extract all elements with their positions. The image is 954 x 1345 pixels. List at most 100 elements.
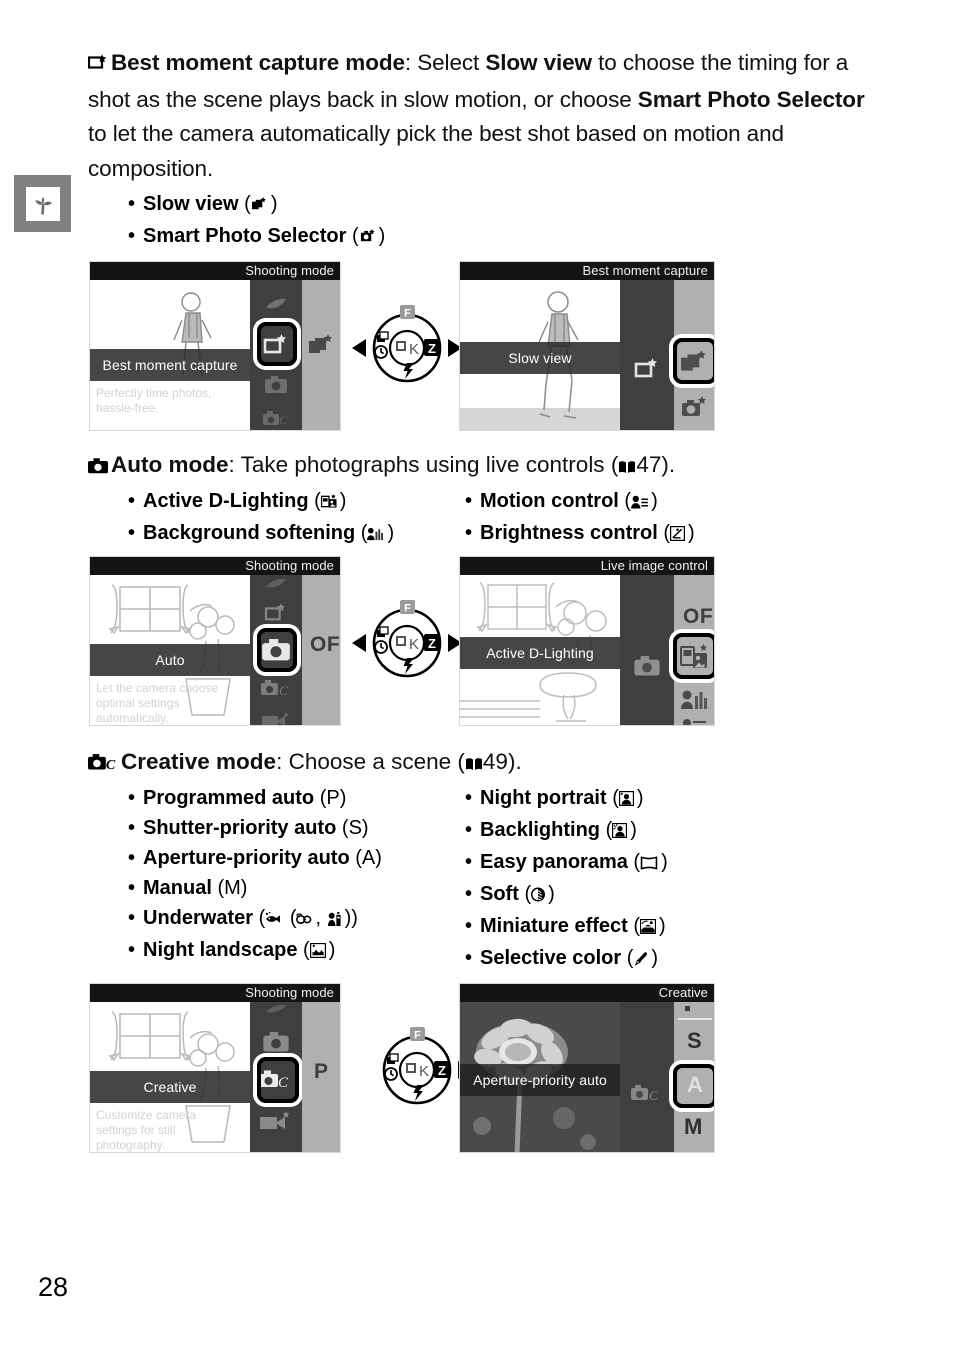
backlighting-icon [612, 817, 628, 847]
screen-title: Creative [460, 984, 714, 1002]
screenshot-creative-menu: Creative Aperture-priority auto C S A M [459, 983, 715, 1153]
multi-selector-dial[interactable]: F K Z [352, 596, 462, 691]
screenshot-best-moment-capture-menu: Best moment capture Slow view [459, 261, 715, 431]
selection-highlight [673, 1064, 714, 1108]
svg-text:K: K [409, 636, 419, 653]
list-item: Soft () [425, 879, 820, 911]
movie-icon[interactable] [250, 709, 302, 725]
background-softening-icon[interactable] [674, 683, 714, 715]
live-control-column: OFF [673, 575, 714, 725]
list-item: Night portrait () [425, 783, 820, 815]
mode-strip: C [620, 1002, 674, 1152]
list-item: Shutter-priority auto (S) [88, 813, 483, 843]
screen-title: Live image control [460, 557, 714, 575]
selection-highlight [257, 628, 297, 672]
slow-view-icon[interactable] [302, 328, 340, 362]
effects-icon[interactable] [250, 290, 302, 322]
screen-title: Best moment capture [460, 262, 714, 280]
best-moment-capture-icon[interactable] [250, 597, 302, 629]
list-item: Underwater ( (, )) [88, 903, 483, 935]
best-moment-capture-icon [87, 48, 108, 83]
list-item: Brightness control () [425, 518, 820, 550]
divider [678, 1018, 712, 1020]
svg-text:F: F [404, 603, 411, 615]
easy-panorama-icon [640, 849, 658, 879]
screenshot-shooting-mode-auto: Shooting mode Auto Let the camera choose… [89, 556, 341, 726]
svg-text:F: F [414, 1030, 421, 1042]
active-d-lighting-icon [320, 488, 337, 518]
screen-title: Shooting mode [90, 262, 340, 280]
movie-icon[interactable] [250, 1106, 302, 1136]
list-item: Backlighting () [425, 815, 820, 847]
best-moment-capture-icon[interactable] [620, 352, 674, 386]
svg-text:C: C [106, 757, 116, 771]
figure-creative-mode: Shooting mode Creative Customize camera … [0, 983, 878, 1159]
exposure-mode-s[interactable]: S [687, 1028, 702, 1054]
underwater-mask-icon [296, 905, 312, 935]
motion-control-icon[interactable] [674, 717, 714, 725]
mode-strip [620, 575, 674, 725]
creative-mode-heading: C Creative mode: Choose a scene (49). [88, 746, 878, 780]
figure-best-moment: Shooting mode Best moment capture Perfec… [0, 261, 878, 437]
submode-column [673, 280, 714, 430]
list-item: Programmed auto (P) [88, 783, 483, 813]
book-ref-icon [465, 748, 483, 780]
auto-camera-icon[interactable] [250, 1026, 302, 1058]
submode-column [302, 280, 340, 430]
svg-text:C: C [649, 1088, 658, 1103]
creative-mode-bullets: Programmed auto (P) Shutter-priority aut… [88, 780, 878, 975]
auto-camera-icon [88, 451, 108, 483]
creative-camera-icon[interactable]: C [620, 1080, 674, 1108]
figure-auto-mode: Shooting mode Auto Let the camera choose… [0, 556, 878, 732]
underwater-fish-icon [265, 905, 281, 935]
svg-text:Z: Z [438, 1063, 446, 1078]
soft-icon [531, 881, 546, 911]
selected-mode-band: Creative [90, 1071, 250, 1103]
screenshot-shooting-mode-creative: Shooting mode Creative Customize camera … [89, 983, 341, 1153]
multi-selector-dial[interactable]: F K Z [362, 1023, 472, 1118]
exposure-mode-m[interactable]: M [684, 1114, 703, 1140]
list-item: Selective color () [425, 943, 820, 975]
list-item: Night landscape () [88, 935, 483, 967]
auto-camera-icon[interactable] [620, 651, 674, 681]
background-softening-icon [367, 520, 384, 550]
effects-icon[interactable] [250, 575, 302, 591]
live-control-value[interactable]: OFF [310, 633, 340, 657]
creative-camera-icon: C [88, 748, 118, 780]
mode-description: Customize camera settings for still phot… [96, 1108, 197, 1152]
submode-column: P [302, 1002, 340, 1152]
mode-description: Perfectly time photos, hassle-free. [96, 386, 212, 415]
motion-control-icon [631, 488, 648, 518]
creative-camera-icon[interactable]: C [250, 673, 302, 705]
page-content: Best moment capture mode: Select Slow vi… [87, 46, 878, 1159]
list-item: Motion control () [425, 486, 820, 518]
svg-text:Z: Z [428, 636, 436, 651]
effects-icon[interactable] [250, 1002, 302, 1016]
brightness-control-icon [669, 520, 686, 550]
mode-strip [620, 280, 674, 430]
screenshot-live-image-control: Live image control Active D-Lighting OF [459, 556, 715, 726]
selection-highlight [673, 633, 714, 679]
sprout-icon [25, 186, 60, 221]
auto-camera-icon[interactable] [250, 368, 302, 402]
exposure-mode-value[interactable]: P [314, 1060, 329, 1084]
smart-photo-selector-icon[interactable] [674, 390, 714, 426]
list-item: Easy panorama () [425, 847, 820, 879]
selected-mode-band: Slow view [460, 342, 620, 374]
list-item: Smart Photo Selector () [88, 221, 878, 253]
slow-view-icon [251, 191, 268, 221]
list-item: Background softening () [88, 518, 483, 550]
multi-selector-dial[interactable]: F K Z [352, 301, 462, 396]
selection-highlight [257, 322, 297, 366]
svg-text:Z: Z [428, 341, 436, 356]
svg-text:F: F [404, 308, 411, 320]
selected-control-band: Active D-Lighting [460, 637, 620, 669]
auto-mode-heading: Auto mode: Take photographs using live c… [88, 449, 878, 483]
list-item: Manual (M) [88, 873, 483, 903]
best-moment-bullets: Slow view () Smart Photo Selector () [88, 189, 878, 253]
submode-column: OFF [302, 575, 340, 725]
best-moment-heading: Best moment capture mode [111, 50, 405, 75]
creative-camera-icon[interactable]: C [250, 404, 302, 430]
live-control-off[interactable]: OFF [683, 605, 714, 629]
scroll-indicator-dot [685, 1006, 690, 1011]
